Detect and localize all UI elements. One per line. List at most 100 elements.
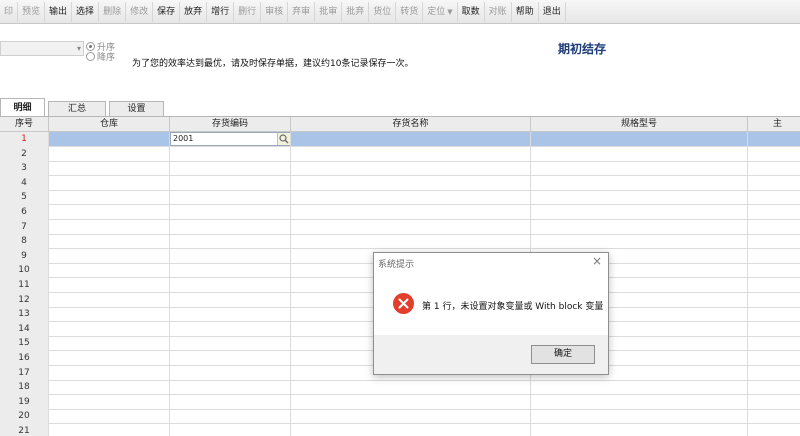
row-number: 13 xyxy=(0,307,49,323)
row-number: 15 xyxy=(0,336,49,352)
grid-line xyxy=(169,132,170,436)
column-header[interactable]: 规格型号 xyxy=(531,117,748,132)
toolbar-button-label: 输出 xyxy=(49,6,68,17)
row-number: 5 xyxy=(0,190,49,206)
page-title: 期初结存 xyxy=(558,42,607,56)
table-row[interactable]: 1 2001 xyxy=(0,132,800,147)
row-number: 8 xyxy=(0,234,49,250)
toolbar-button-label: 退出 xyxy=(542,6,561,17)
ok-button[interactable]: 确定 xyxy=(531,345,595,364)
toolbar-button[interactable]: 删行 xyxy=(234,1,262,22)
toolbar-button[interactable]: 货位 xyxy=(369,1,397,22)
sort-desc-radio[interactable]: 降序 xyxy=(86,51,116,63)
radio-icon xyxy=(86,51,95,61)
toolbar-button-label: 选择 xyxy=(76,6,95,17)
toolbar-button[interactable]: 印 xyxy=(0,1,19,22)
toolbar-button[interactable]: 帮助 xyxy=(512,1,539,22)
toolbar-button[interactable]: 增行 xyxy=(207,1,235,22)
table-row[interactable]: 2 xyxy=(0,146,800,162)
toolbar-button-label: 审核 xyxy=(265,6,284,17)
toolbar-button[interactable]: 对账 xyxy=(485,1,512,22)
toolbar-button-label: 保存 xyxy=(157,6,176,17)
toolbar-button[interactable]: 输出 xyxy=(45,1,73,22)
row-number: 14 xyxy=(0,321,49,337)
table-row[interactable]: 20 xyxy=(0,409,800,425)
grid-line xyxy=(290,132,291,436)
column-header[interactable]: 主 xyxy=(748,117,800,132)
table-row[interactable]: 4 xyxy=(0,175,800,191)
column-header[interactable]: 存货编码 xyxy=(170,117,291,132)
column-header[interactable]: 存货名称 xyxy=(291,117,531,132)
save-hint: 为了您的效率达到最优，请及时保存单据，建议约10条记录保存一次。 xyxy=(132,59,414,69)
toolbar-button[interactable]: 退出 xyxy=(539,1,566,22)
table-row[interactable]: 3 xyxy=(0,161,800,177)
item-code-input[interactable]: 2001 xyxy=(170,132,291,146)
item-code-value: 2001 xyxy=(173,134,194,143)
grid-line xyxy=(48,132,49,436)
toolbar-button-label: 批审 xyxy=(319,6,338,17)
close-icon[interactable]: × xyxy=(592,254,602,268)
toolbar-button-label: 删行 xyxy=(238,6,257,17)
toolbar-button-label: 删除 xyxy=(103,6,122,17)
row-number: 3 xyxy=(0,161,49,177)
toolbar-button-label: 修改 xyxy=(130,6,149,17)
toolbar-button-label: 增行 xyxy=(211,6,230,17)
toolbar-button-label: 印 xyxy=(4,6,14,17)
table-row[interactable]: 21 xyxy=(0,424,800,436)
toolbar-button[interactable]: 保存 xyxy=(153,1,181,22)
row-number: 6 xyxy=(0,205,49,220)
toolbar-button-label: 弃审 xyxy=(292,6,311,17)
magnifier-icon[interactable] xyxy=(277,133,290,145)
toolbar-button[interactable]: 预览 xyxy=(18,1,46,22)
toolbar-button-label: 帮助 xyxy=(515,6,534,17)
table-row[interactable]: 19 xyxy=(0,394,800,410)
window: 印预览 输出 选择 删除 修改 保存 放弃 增行 删行 审核 弃审 批审 批弃 货位 转货 定位 ▼ 取数 对账 帮助… xyxy=(0,0,800,436)
toolbar-button-label: 定位 xyxy=(427,6,446,17)
chevron-down-icon: ▾ xyxy=(76,44,81,53)
row-number: 2 xyxy=(0,146,49,162)
table-row[interactable]: 8 xyxy=(0,234,800,250)
radio-icon xyxy=(86,41,95,51)
row-number: 21 xyxy=(0,424,49,436)
tab-0[interactable]: 明细 xyxy=(0,98,45,117)
table-row[interactable]: 7 xyxy=(0,219,800,235)
tab-2[interactable]: 设置 xyxy=(109,101,164,117)
sort-desc-label: 降序 xyxy=(97,52,116,63)
column-header[interactable]: 序号 xyxy=(0,117,49,132)
tab-bar: 明细 汇总 设置 xyxy=(0,97,167,117)
row-number: 17 xyxy=(0,365,49,381)
grid-header: 序号 仓库 存货编码 存货名称 规格型号主 xyxy=(0,117,800,132)
toolbar-button[interactable]: 删除 xyxy=(99,1,127,22)
toolbar-button[interactable]: 弃审 xyxy=(288,1,316,22)
toolbar-button[interactable]: 放弃 xyxy=(180,1,208,22)
table-row[interactable]: 6 xyxy=(0,205,800,220)
dropdown-arrow-icon[interactable]: ▼ xyxy=(447,8,452,16)
tab-1[interactable]: 汇总 xyxy=(48,101,106,117)
toolbar-button[interactable]: 审核 xyxy=(261,1,289,22)
toolbar-button-label: 预览 xyxy=(22,6,41,17)
row-number: 10 xyxy=(0,263,49,279)
row-number: 19 xyxy=(0,394,49,410)
row-number: 18 xyxy=(0,380,49,396)
toolbar-button[interactable]: 修改 xyxy=(126,1,154,22)
toolbar-button[interactable]: 批弃 xyxy=(342,1,370,22)
dialog-message: 第 1 行，未设置对象变量或 With block 变量 xyxy=(422,302,604,312)
system-dialog: 系统提示 × 第 1 行，未设置对象变量或 With block 变量 确定 xyxy=(373,252,609,375)
toolbar-button[interactable]: 批审 xyxy=(315,1,343,22)
table-row[interactable]: 5 xyxy=(0,190,800,206)
toolbar-button[interactable]: 取数 xyxy=(458,1,485,22)
table-row[interactable]: 18 xyxy=(0,380,800,396)
row-number: 11 xyxy=(0,278,49,293)
row-number: 16 xyxy=(0,351,49,366)
toolbar-button[interactable]: 转货 xyxy=(396,1,424,22)
dialog-title: 系统提示 xyxy=(378,260,415,270)
row-number: 9 xyxy=(0,248,49,264)
toolbar: 印预览 输出 选择 删除 修改 保存 放弃 增行 删行 审核 弃审 批审 批弃 货位 转货 定位 ▼ 取数 对账 帮助… xyxy=(0,0,800,24)
filter-combo[interactable]: ▾ xyxy=(0,41,84,56)
toolbar-button[interactable]: 定位 ▼ xyxy=(423,1,458,22)
row-number: 4 xyxy=(0,175,49,191)
column-header[interactable]: 仓库 xyxy=(49,117,170,132)
toolbar-button-label: 批弃 xyxy=(346,6,365,17)
dialog-footer: 确定 xyxy=(374,335,608,374)
toolbar-button[interactable]: 选择 xyxy=(72,1,100,22)
